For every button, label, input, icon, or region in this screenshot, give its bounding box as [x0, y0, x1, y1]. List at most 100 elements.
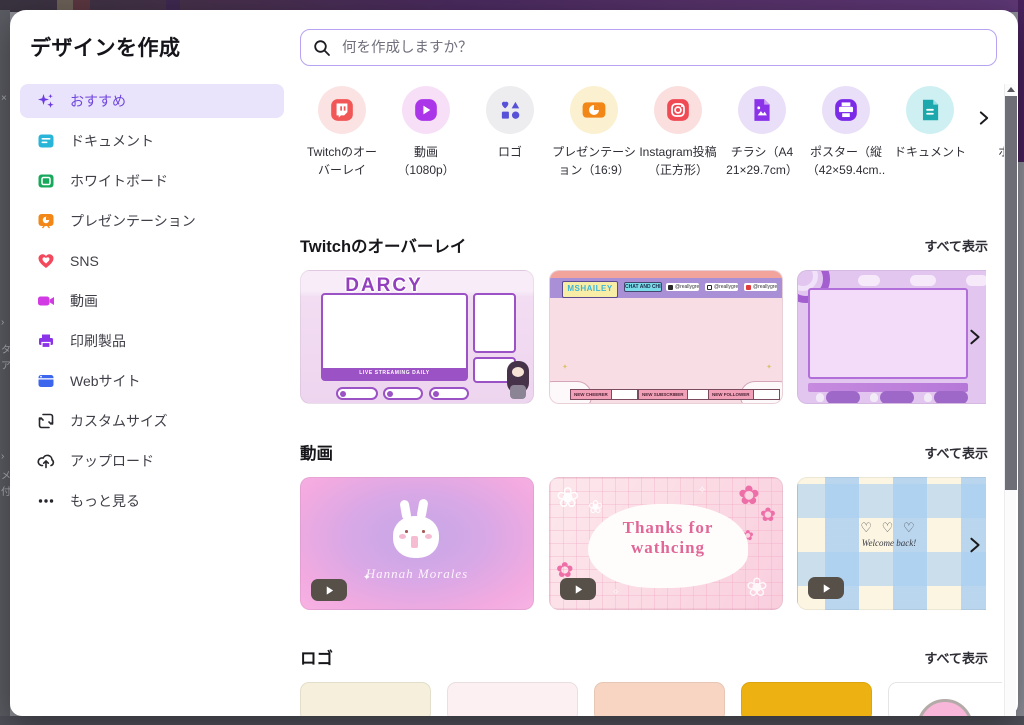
poster-icon — [822, 86, 870, 134]
backdrop-glyph: メ — [1, 472, 10, 482]
sidebar-item-label: ドキュメント — [70, 131, 154, 151]
overlay-alert-pill — [826, 391, 860, 404]
social-handle-pill: @reallygreatsite — [744, 283, 777, 291]
sidebar-item-sns[interactable]: SNS — [20, 244, 284, 278]
youtube-icon — [746, 285, 751, 290]
overlay-alert-pill — [934, 391, 968, 404]
overlay-screen-frame: LIVE STREAMING DAILY — [321, 293, 468, 381]
quick-create-poster[interactable]: ポスター（縦 （42×59.4cm.. — [804, 84, 888, 194]
overlay-top-strip — [550, 271, 782, 278]
modal-scrollbar[interactable] — [1004, 84, 1016, 716]
twitch-overlay-thumbnails: DARCY LIVE STREAMING DAILY MSHAILEY CHAT… — [300, 270, 986, 404]
alert-label: NEW SUBSCRIBER — [638, 389, 688, 400]
sidebar-item-label: SNS — [70, 253, 99, 269]
cloud-decoration — [966, 275, 986, 286]
play-button-icon — [560, 578, 596, 600]
search-bar[interactable] — [300, 29, 997, 66]
chibi-character — [924, 393, 932, 402]
backdrop-glyph: × — [1, 94, 10, 104]
video-section-next-chevron-icon[interactable] — [966, 535, 984, 555]
play-button-icon — [311, 579, 347, 601]
show-all-link[interactable]: すべて表示 — [924, 443, 988, 462]
bunny-illustration — [422, 530, 425, 533]
sidebar-item-website[interactable]: Webサイト — [20, 364, 284, 398]
flower-decoration: ❀ — [556, 484, 579, 512]
instagram-icon — [707, 285, 712, 290]
sidebar-item-more[interactable]: もっと見る — [20, 484, 284, 518]
template-thumbnail-logo[interactable] — [594, 682, 725, 716]
quick-create-label: Instagram投稿 （正方形） — [636, 143, 720, 179]
search-input[interactable] — [340, 33, 996, 63]
whiteboard-icon — [36, 171, 56, 191]
overlay-panel — [473, 293, 516, 353]
show-all-link[interactable]: すべて表示 — [924, 236, 988, 255]
sidebar-item-recommended[interactable]: おすすめ — [20, 84, 284, 118]
flyer-icon — [738, 86, 786, 134]
backdrop-glyph: タ — [1, 346, 10, 356]
quick-create-label: プレゼンテーシ ョン（16:9） — [552, 143, 636, 179]
sparkle-decoration: ✦ — [562, 363, 568, 371]
quick-create-label: 動画 （1080p） — [384, 143, 468, 179]
backdrop-artifact — [57, 0, 73, 10]
quick-create-next-chevron-icon[interactable] — [976, 110, 992, 126]
quick-create-instagram-post[interactable]: Instagram投稿 （正方形） — [636, 84, 720, 194]
quick-create-video-1080p[interactable]: 動画 （1080p） — [384, 84, 468, 194]
video-play-icon — [402, 86, 450, 134]
scrollbar-up-arrow-icon[interactable] — [1007, 87, 1015, 92]
sidebar-item-documents[interactable]: ドキュメント — [20, 124, 284, 158]
quick-create-label: ドキュメント — [888, 143, 972, 161]
template-thumbnail-welcome[interactable]: ♡ ♡ ♡ Welcome back! — [797, 477, 986, 610]
template-thumbnail-darcy[interactable]: DARCY LIVE STREAMING DAILY — [300, 270, 534, 404]
sidebar-item-video[interactable]: 動画 — [20, 284, 284, 318]
template-thumbnail-purple-overlay[interactable] — [797, 270, 986, 404]
social-handle-pill: @reallygreatsite — [705, 283, 738, 291]
quick-create-twitch-overlay[interactable]: Twitchのオー バーレイ — [300, 84, 384, 194]
scrollbar-thumb[interactable] — [1005, 96, 1017, 490]
section-header-logo: ロゴ すべて表示 — [300, 645, 988, 669]
printer-icon — [36, 331, 56, 351]
browser-icon — [36, 371, 56, 391]
sidebar-item-presentation[interactable]: プレゼンテーション — [20, 204, 284, 238]
overlay-alert-pill — [336, 387, 378, 400]
quick-create-label: ポスター（縦 （42×59.4cm.. — [804, 143, 888, 179]
sidebar-item-custom-size[interactable]: カスタムサイズ — [20, 404, 284, 438]
search-icon — [313, 39, 331, 57]
backdrop-left-edge: × › タ ア › メ 付 — [0, 10, 10, 716]
backdrop-glyph: › — [1, 318, 10, 328]
instagram-icon — [654, 86, 702, 134]
show-all-link[interactable]: すべて表示 — [924, 648, 988, 667]
template-thumbnail-logo[interactable] — [300, 682, 431, 716]
flower-decoration: ✿ — [760, 506, 776, 525]
backdrop-bottom-edge — [0, 716, 1024, 725]
sidebar-item-print[interactable]: 印刷製品 — [20, 324, 284, 358]
overlay-alert-pill — [383, 387, 423, 400]
bunny-illustration — [425, 534, 432, 539]
flower-decoration: ❀ — [746, 574, 768, 600]
quick-create-logo[interactable]: ロゴ — [468, 84, 552, 194]
backdrop-right-edge — [1018, 0, 1024, 162]
alert-label-group: NEW FOLLOWER — [708, 389, 780, 400]
heart-bubble-icon — [36, 251, 56, 271]
quick-create-presentation-169[interactable]: プレゼンテーシ ョン（16:9） — [552, 84, 636, 194]
quick-create-flyer-a4[interactable]: チラシ（A4 21×29.7cm） — [720, 84, 804, 194]
backdrop-right-edge — [1018, 162, 1024, 716]
video-title-text: Thanks for wathcing — [588, 518, 748, 558]
section-header-twitch-overlay: Twitchのオーバーレイ すべて表示 — [300, 233, 988, 257]
sparkle-decoration: ✦ — [766, 363, 772, 371]
social-handle-pill: @reallygreatsite — [666, 283, 699, 291]
template-thumbnail-thanks[interactable]: ❀ ❀ ✿ ✿ ✿ ✿ ✿ ❀ ✧ ✧ Thanks for wathcing — [549, 477, 783, 610]
screen: × › タ ア › メ 付 デザインを作成 おすすめ ドキュメント — [0, 0, 1024, 725]
template-thumbnail-logo[interactable] — [447, 682, 578, 716]
sparkle-decoration: ✧ — [612, 588, 620, 597]
presentation-icon — [36, 211, 56, 231]
template-thumbnail-mshailey[interactable]: MSHAILEY CHAT AND CHILL @reallygreatsite… — [549, 270, 783, 404]
video-thumbnails: ✦ Hannah Morales ❀ ❀ ✿ ✿ ✿ ✿ ✿ ❀ ✧ ✧ Tha… — [300, 477, 986, 611]
sidebar-item-upload[interactable]: アップロード — [20, 444, 284, 478]
template-thumbnail-logo[interactable] — [741, 682, 872, 716]
sidebar-item-whiteboard[interactable]: ホワイトボード — [20, 164, 284, 198]
twitch-section-next-chevron-icon[interactable] — [966, 327, 984, 347]
backdrop-artifact — [166, 0, 180, 10]
template-thumbnail-logo[interactable] — [888, 682, 1002, 716]
quick-create-document[interactable]: ドキュメント — [888, 84, 972, 194]
template-thumbnail-hannah[interactable]: ✦ Hannah Morales — [300, 477, 534, 610]
